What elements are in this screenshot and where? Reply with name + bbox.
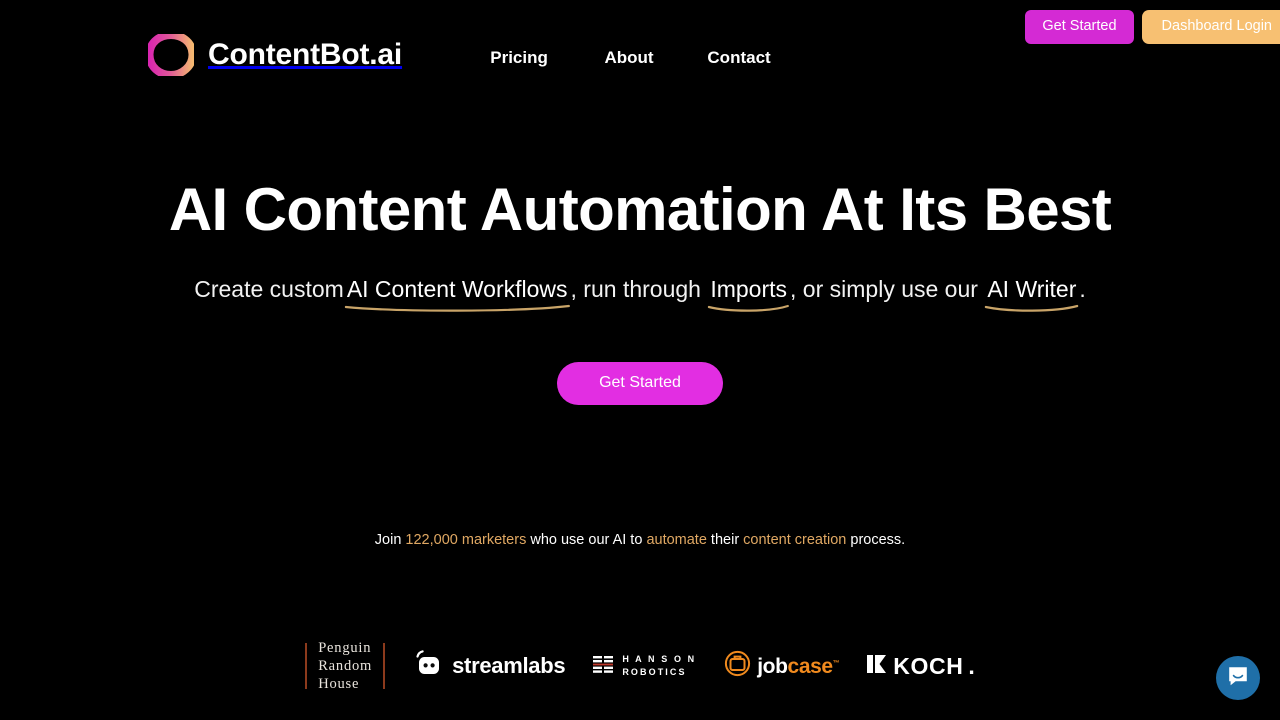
chat-bubble-icon <box>1226 664 1250 693</box>
logo-hanson-robotics: H A N S O N ROBOTICS <box>579 638 710 694</box>
penguin-random-house-wordmark: Penguin Random House <box>318 639 372 693</box>
social-proof-text-2: who use our AI to <box>526 532 647 548</box>
jobcase-job-text: job <box>757 654 788 678</box>
hero-sub-text-3: , or simply use our <box>790 276 985 302</box>
social-proof-text-3: their <box>706 532 744 548</box>
koch-period: . <box>968 652 975 679</box>
auth-button-group: Get Started Dashboard Login <box>1025 10 1280 44</box>
client-logo-strip: Penguin Random House streamlabs H A N S … <box>0 636 1280 696</box>
jobcase-wordmark: jobcase™ <box>757 656 839 677</box>
hero-title: AI Content Automation At Its Best <box>168 176 1112 243</box>
brand-logo-link[interactable]: ContentBot.ai <box>148 34 402 76</box>
hero-highlight-imports[interactable]: Imports <box>707 276 790 312</box>
hero-highlight-workflows-label: AI Content Workflows <box>346 276 568 302</box>
underline-squiggle-icon <box>344 304 570 312</box>
hanson-line-2: ROBOTICS <box>622 667 687 677</box>
jobcase-tm-mark: ™ <box>832 659 840 667</box>
gradient-ring-icon <box>148 34 194 76</box>
jobcase-briefcase-icon <box>724 650 751 682</box>
social-proof-accent-marketers: 122,000 marketers <box>405 532 527 548</box>
social-proof-text-4: process. <box>846 532 906 548</box>
jobcase-case-text: case <box>787 654 834 678</box>
hero-sub-text-1: Create custom <box>194 276 344 302</box>
hanson-line-1: H A N S O N <box>622 653 697 664</box>
main-nav: Pricing About Contact <box>464 36 794 74</box>
penguin-rule-left <box>305 643 308 689</box>
penguin-line-2: Random <box>318 657 373 674</box>
streamlabs-wordmark: streamlabs <box>452 653 566 678</box>
logo-penguin-random-house: Penguin Random House <box>291 638 399 694</box>
hanson-robotics-wordmark: H A N S O N ROBOTICS <box>622 653 696 679</box>
penguin-line-3: House <box>318 676 360 693</box>
nav-item-pricing[interactable]: Pricing <box>464 42 574 74</box>
nav-item-about[interactable]: About <box>574 42 684 74</box>
hanson-bars-icon <box>593 654 615 679</box>
social-proof-accent-content-creation: content creation <box>743 532 847 548</box>
brand-name: ContentBot.ai <box>208 38 403 71</box>
koch-wordmark: KOCH <box>893 652 964 679</box>
underline-squiggle-icon <box>985 304 1079 312</box>
penguin-rule-right <box>383 643 386 689</box>
logo-koch: KOCH . <box>853 638 989 694</box>
hero-highlight-imports-label: Imports <box>710 276 788 302</box>
logo-jobcase: jobcase™ <box>710 638 853 694</box>
streamlabs-mascot-icon <box>413 649 443 683</box>
nav-item-contact[interactable]: Contact <box>684 42 794 74</box>
hero-subtitle: Create custom AI Content Workflows, run t… <box>0 276 1280 312</box>
hero-sub-text-2: , run through <box>570 276 708 302</box>
social-proof-accent-automate: automate <box>646 532 707 548</box>
chat-launcher-button[interactable] <box>1216 656 1260 700</box>
logo-streamlabs: streamlabs <box>399 638 579 694</box>
underline-squiggle-icon <box>708 304 790 312</box>
hero-sub-text-4: . <box>1079 276 1086 302</box>
hero-highlight-ai-writer[interactable]: AI Writer <box>984 276 1079 312</box>
hero-highlight-workflows[interactable]: AI Content Workflows <box>344 276 571 312</box>
header-get-started-button[interactable]: Get Started <box>1025 10 1134 44</box>
dashboard-login-button[interactable]: Dashboard Login <box>1141 10 1280 44</box>
social-proof-text-1: Join <box>374 532 406 548</box>
koch-mark-icon <box>867 653 888 680</box>
hero-highlight-ai-writer-label: AI Writer <box>987 276 1077 302</box>
penguin-line-1: Penguin <box>318 639 372 656</box>
hero-get-started-button[interactable]: Get Started <box>557 362 723 405</box>
social-proof-line: Join 122,000 marketers who use our AI to… <box>0 531 1280 550</box>
page-root: Get Started Dashboard Login ContentBot.a… <box>0 0 1280 720</box>
hero-cta-wrapper: Get Started <box>0 362 1280 405</box>
